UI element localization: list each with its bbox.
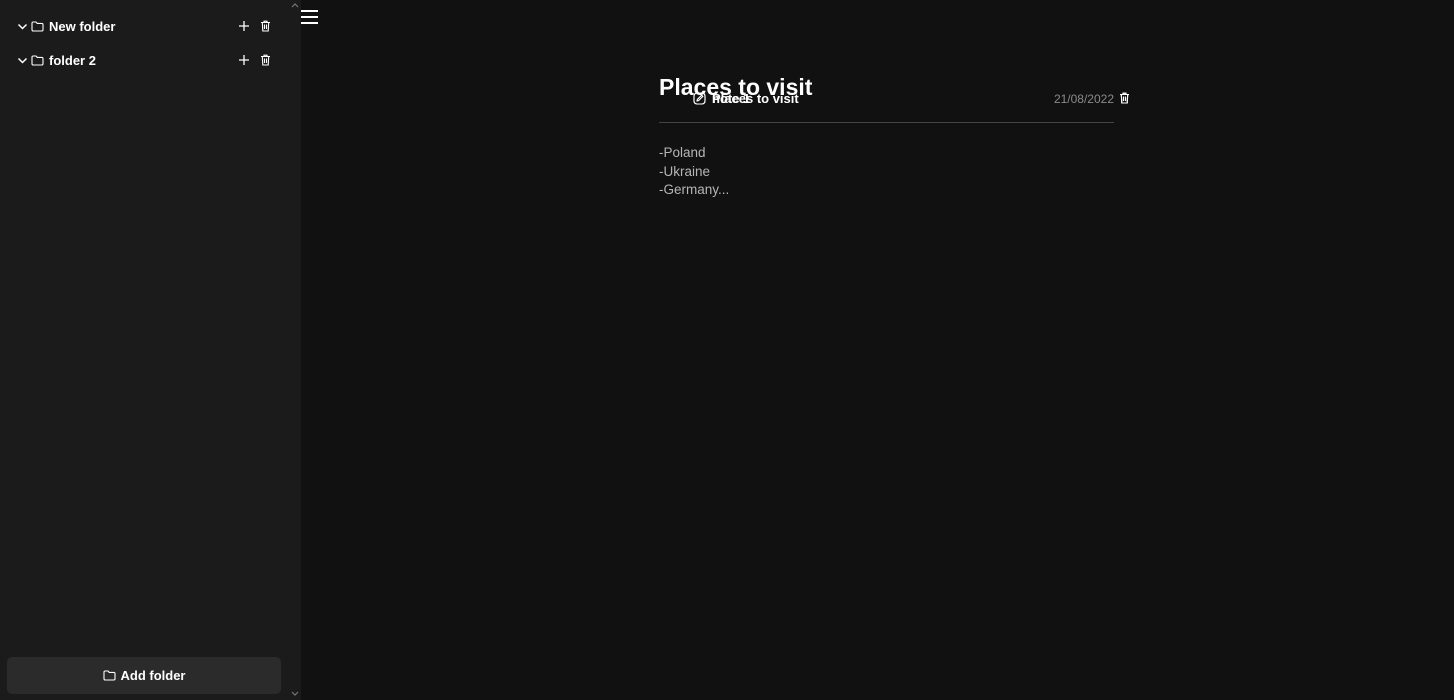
chevron-down-icon[interactable] bbox=[16, 54, 28, 66]
trash-icon[interactable] bbox=[259, 54, 271, 66]
folder-actions bbox=[238, 43, 271, 77]
folder-icon bbox=[31, 54, 44, 66]
add-folder-label: Add folder bbox=[120, 668, 186, 683]
note-line: -Ukraine bbox=[659, 163, 711, 179]
folder-label[interactable]: folder 2 bbox=[49, 53, 96, 68]
folder-label[interactable]: New folder bbox=[49, 19, 115, 34]
note-body[interactable]: -Poland -Ukraine -Germany... bbox=[659, 144, 1114, 200]
scroll-up-icon[interactable] bbox=[291, 1, 299, 9]
sidebar: New folder note 1 folder 2 Places to vis… bbox=[0, 0, 1129, 700]
plus-icon[interactable] bbox=[238, 54, 250, 66]
folder-tree: New folder note 1 folder 2 Places to vis… bbox=[0, 9, 1129, 106]
sidebar-scrollbar[interactable] bbox=[289, 0, 301, 700]
add-folder-button[interactable]: Add folder bbox=[7, 657, 281, 694]
notes-app: New folder note 1 folder 2 Places to vis… bbox=[0, 0, 1454, 700]
note-title[interactable]: Places to visit bbox=[659, 74, 812, 101]
folder-row-folder-2[interactable]: folder 2 bbox=[0, 43, 289, 77]
folder-icon bbox=[102, 670, 116, 681]
note-date: 21/08/2022 bbox=[1053, 92, 1114, 106]
chevron-down-icon[interactable] bbox=[16, 20, 28, 32]
plus-icon[interactable] bbox=[238, 20, 250, 32]
folder-actions bbox=[238, 9, 271, 43]
note-header: Places to visit 21/08/2022 bbox=[659, 72, 1114, 123]
trash-icon[interactable] bbox=[1118, 92, 1130, 104]
note-actions bbox=[1118, 81, 1130, 115]
folder-row-new-folder[interactable]: New folder bbox=[0, 9, 289, 43]
trash-icon[interactable] bbox=[259, 20, 271, 32]
note-line: -Germany... bbox=[659, 182, 730, 197]
note-line: -Poland bbox=[659, 145, 706, 160]
hamburger-menu-icon[interactable] bbox=[301, 10, 318, 25]
scroll-down-icon[interactable] bbox=[291, 690, 299, 698]
folder-icon bbox=[31, 20, 44, 32]
note-editor: Places to visit 21/08/2022 -Poland -Ukra… bbox=[659, 72, 1114, 200]
